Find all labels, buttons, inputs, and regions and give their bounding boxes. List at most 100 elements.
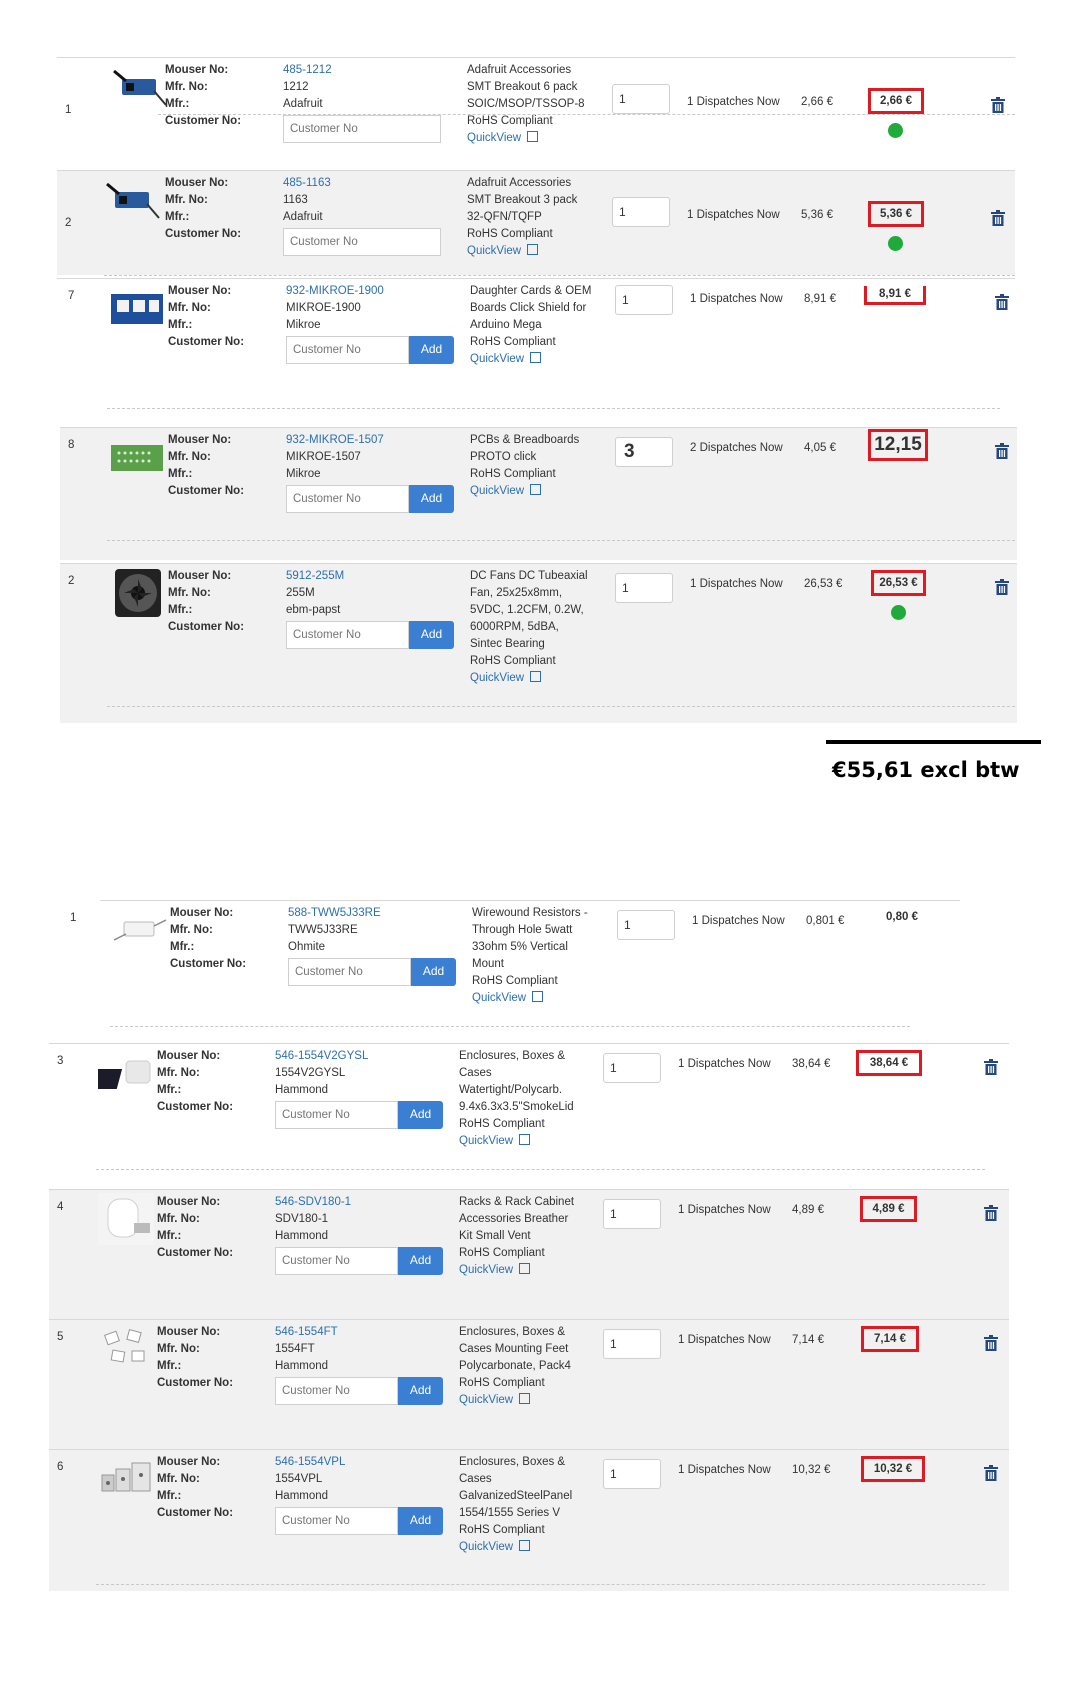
quantity-input[interactable]: 1 [603, 1199, 661, 1229]
quantity-input[interactable]: 3 [615, 437, 673, 467]
customer-no-input[interactable] [275, 1101, 398, 1129]
availability: 1 Dispatches Now [678, 1058, 771, 1070]
trash-icon[interactable] [995, 579, 1009, 595]
mouser-number-link[interactable]: 588-TWW5J33RE [288, 905, 381, 922]
trash-icon[interactable] [995, 294, 1009, 310]
quantity-input[interactable]: 1 [603, 1459, 661, 1489]
mfr-number: 1554VPL [275, 1473, 323, 1485]
quantity-input[interactable]: 1 [603, 1329, 661, 1359]
line-number: 3 [57, 1055, 64, 1067]
label-mfr-no: Mfr. No: [157, 1213, 200, 1225]
quickview-link[interactable]: QuickView [472, 990, 607, 1007]
add-customer-no-button[interactable]: Add [398, 1507, 443, 1535]
row-divider [96, 1584, 985, 1585]
quickview-link[interactable]: QuickView [470, 483, 605, 500]
mouser-number-link[interactable]: 546-1554VPL [275, 1454, 345, 1471]
fan-icon[interactable] [109, 567, 165, 619]
breakout-board-icon[interactable] [112, 61, 168, 113]
mfr-number: 1212 [283, 81, 309, 93]
description-line: Boards Click Shield for [470, 302, 587, 314]
mouser-number-link[interactable]: 485-1212 [283, 62, 332, 79]
line-number: 6 [57, 1461, 64, 1473]
quickview-link[interactable]: QuickView [467, 130, 602, 147]
part-values: 546-SDV180-1 SDV180-1 Hammond [275, 1194, 351, 1245]
customer-no-input[interactable] [275, 1377, 398, 1405]
quantity-input[interactable]: 1 [612, 84, 670, 114]
quickview-link[interactable]: QuickView [459, 1539, 594, 1556]
mfr-number: 255M [286, 587, 315, 599]
quantity-input[interactable]: 1 [615, 573, 673, 603]
customer-no-input[interactable] [286, 336, 409, 364]
description-line: Through Hole 5watt [472, 924, 573, 936]
label-mouser-no: Mouser No: [168, 285, 232, 297]
trash-icon[interactable] [991, 210, 1005, 226]
line-number: 7 [68, 290, 75, 302]
mfr-number: 1163 [283, 194, 308, 206]
quickview-label: QuickView [459, 1135, 514, 1147]
mouser-number-link[interactable]: 485-1163 [283, 175, 331, 192]
customer-no-input[interactable] [283, 115, 441, 143]
mfr-number: TWW5J33RE [288, 924, 358, 936]
label-mfr: Mfr.: [168, 468, 193, 480]
label-customer-no: Customer No: [168, 336, 245, 348]
proto-board-icon[interactable] [109, 431, 165, 483]
quickview-link[interactable]: QuickView [459, 1133, 594, 1150]
quantity-input[interactable]: 1 [612, 197, 670, 227]
extended-price: 4,89 € [860, 1196, 917, 1222]
vent-icon[interactable] [98, 1193, 154, 1245]
mouser-number-link[interactable]: 932-MIKROE-1900 [286, 283, 384, 300]
field-labels: Mouser No: Mfr. No: Mfr.: Customer No: [168, 432, 244, 500]
add-customer-no-button[interactable]: Add [398, 1377, 443, 1405]
description-line: PROTO click [470, 451, 537, 463]
description-line: Adafruit Accessories [467, 177, 572, 189]
label-mouser-no: Mouser No: [165, 177, 229, 189]
quickview-link[interactable]: QuickView [459, 1392, 594, 1409]
trash-icon[interactable] [984, 1335, 998, 1351]
trash-icon[interactable] [984, 1205, 998, 1221]
trash-icon[interactable] [984, 1465, 998, 1481]
steel-panel-icon[interactable] [98, 1453, 154, 1505]
mouser-number-link[interactable]: 5912-255M [286, 568, 344, 585]
add-customer-no-button[interactable]: Add [409, 336, 454, 364]
label-mfr-no: Mfr. No: [168, 451, 211, 463]
resistor-icon[interactable] [112, 904, 168, 956]
manufacturer: Hammond [275, 1490, 329, 1502]
trash-icon[interactable] [995, 443, 1009, 459]
quantity-input[interactable]: 1 [603, 1053, 661, 1083]
customer-no-input[interactable] [286, 621, 409, 649]
quickview-link[interactable]: QuickView [467, 243, 602, 260]
mounting-feet-icon[interactable] [98, 1323, 154, 1375]
line-number: 4 [57, 1201, 64, 1213]
customer-no-input[interactable] [288, 958, 411, 986]
add-customer-no-button[interactable]: Add [411, 958, 456, 986]
trash-icon[interactable] [991, 97, 1005, 113]
add-customer-no-button[interactable]: Add [409, 485, 454, 513]
enclosure-icon[interactable] [90, 1047, 154, 1099]
line-number: 2 [65, 217, 72, 229]
mouser-number-link[interactable]: 546-1554FT [275, 1324, 338, 1341]
add-customer-no-button[interactable]: Add [398, 1101, 443, 1129]
quantity-input[interactable]: 1 [617, 910, 675, 940]
manufacturer: Hammond [275, 1084, 329, 1096]
customer-no-input[interactable] [275, 1507, 398, 1535]
mouser-number-link[interactable]: 932-MIKROE-1507 [286, 432, 384, 449]
shield-board-icon[interactable] [109, 282, 165, 334]
trash-icon[interactable] [984, 1059, 998, 1075]
customer-no-input[interactable] [283, 228, 441, 256]
quickview-link[interactable]: QuickView [459, 1262, 594, 1279]
quickview-link[interactable]: QuickView [470, 670, 605, 687]
customer-no-input[interactable] [286, 485, 409, 513]
breakout-board-icon[interactable] [105, 174, 161, 226]
description-line: Racks & Rack Cabinet [459, 1196, 575, 1208]
add-customer-no-button[interactable]: Add [409, 621, 454, 649]
mouser-number-link[interactable]: 546-1554V2GYSL [275, 1048, 368, 1065]
description-line: 1554/1555 Series V [459, 1507, 561, 1519]
customer-no-input[interactable] [275, 1247, 398, 1275]
mouser-number-link[interactable]: 546-SDV180-1 [275, 1194, 351, 1211]
quickview-label: QuickView [467, 245, 522, 257]
quickview-label: QuickView [470, 353, 525, 365]
quickview-link[interactable]: QuickView [470, 351, 605, 368]
add-customer-no-button[interactable]: Add [398, 1247, 443, 1275]
quantity-input[interactable]: 1 [615, 285, 673, 315]
label-mfr-no: Mfr. No: [168, 302, 211, 314]
